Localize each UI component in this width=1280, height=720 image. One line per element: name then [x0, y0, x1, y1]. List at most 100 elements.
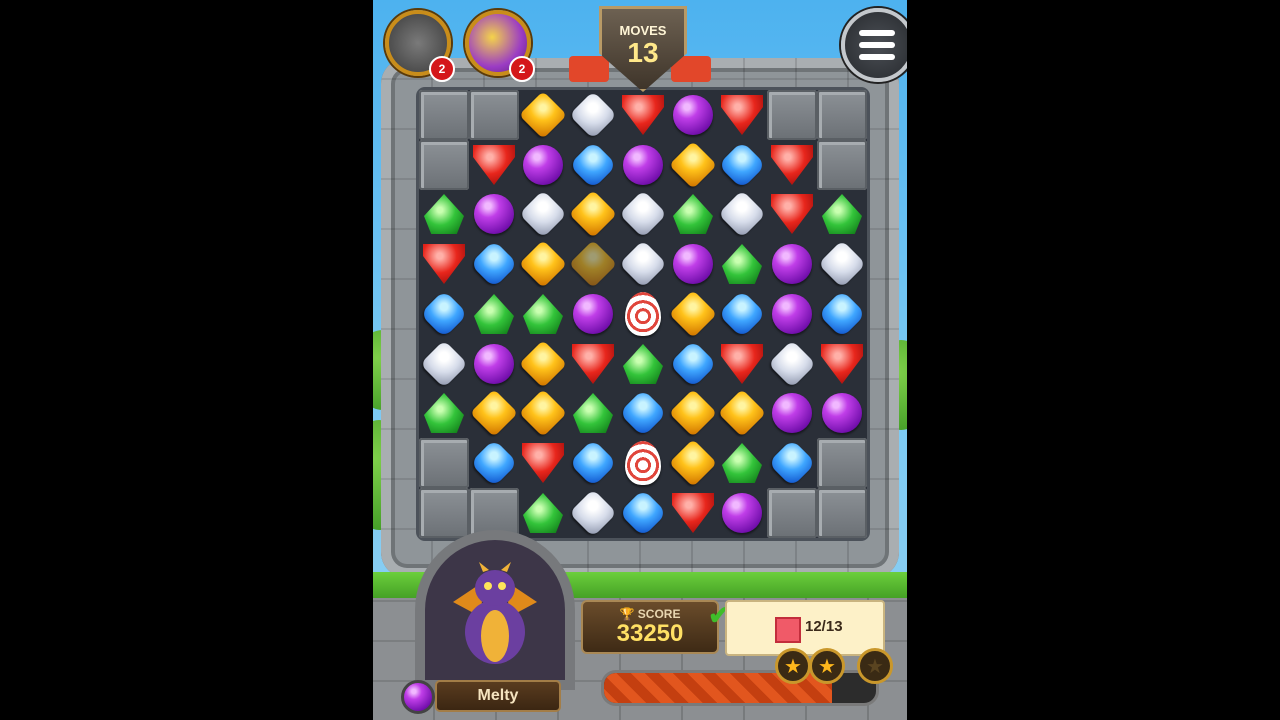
orange-gem-icon[interactable]: [568, 239, 618, 289]
board-cell[interactable]: [618, 140, 668, 190]
green-gem-icon[interactable]: [523, 294, 563, 334]
board-cell[interactable]: [767, 438, 817, 488]
board-cell[interactable]: [817, 189, 867, 239]
blue-gem-icon[interactable]: [618, 488, 668, 538]
red-gem-icon[interactable]: [522, 443, 564, 483]
green-gem-icon[interactable]: [523, 493, 563, 533]
purple-gem-icon[interactable]: [673, 244, 713, 284]
blue-gem-icon[interactable]: [568, 140, 618, 190]
board-cell[interactable]: [817, 239, 867, 289]
white-gem-icon[interactable]: [419, 339, 469, 389]
orange-gem-icon[interactable]: [668, 289, 718, 339]
board-cell[interactable]: [568, 140, 618, 190]
red-gem-icon[interactable]: [622, 95, 664, 135]
orange-gem-icon[interactable]: [518, 90, 568, 140]
board-cell[interactable]: [817, 339, 867, 389]
purple-gem-icon[interactable]: [772, 294, 812, 334]
board-cell[interactable]: [717, 90, 767, 140]
board-cell[interactable]: [518, 189, 568, 239]
green-gem-icon[interactable]: [424, 393, 464, 433]
board-cell[interactable]: [568, 189, 618, 239]
green-gem-icon[interactable]: [822, 194, 862, 234]
orange-gem-icon[interactable]: [568, 189, 618, 239]
green-gem-icon[interactable]: [424, 194, 464, 234]
board-cell[interactable]: [618, 189, 668, 239]
board-cell[interactable]: [717, 239, 767, 289]
green-gem-icon[interactable]: [722, 443, 762, 483]
menu-button[interactable]: [841, 8, 907, 82]
red-gem-icon[interactable]: [721, 344, 763, 384]
board-cell[interactable]: [469, 339, 519, 389]
board-cell[interactable]: [717, 289, 767, 339]
board-cell[interactable]: [568, 289, 618, 339]
purple-gem-icon[interactable]: [474, 344, 514, 384]
red-gem-icon[interactable]: [473, 145, 515, 185]
white-gem-icon[interactable]: [767, 339, 817, 389]
red-gem-icon[interactable]: [771, 194, 813, 234]
board-cell[interactable]: [717, 189, 767, 239]
board-cell[interactable]: [518, 140, 568, 190]
board-cell[interactable]: [618, 488, 668, 538]
board-cell[interactable]: [618, 438, 668, 488]
board-cell[interactable]: [668, 388, 718, 438]
orange-gem-icon[interactable]: [668, 438, 718, 488]
board-cell[interactable]: [668, 189, 718, 239]
blue-gem-icon[interactable]: [717, 289, 767, 339]
white-gem-icon[interactable]: [618, 189, 668, 239]
board-cell[interactable]: [618, 239, 668, 289]
red-gem-icon[interactable]: [771, 145, 813, 185]
white-gem-icon[interactable]: [568, 90, 618, 140]
purple-gem-icon[interactable]: [523, 145, 563, 185]
purple-gem-icon[interactable]: [822, 393, 862, 433]
board-cell[interactable]: [469, 239, 519, 289]
board-cell[interactable]: [618, 289, 668, 339]
blue-gem-icon[interactable]: [668, 339, 718, 389]
board-cell[interactable]: [668, 239, 718, 289]
white-gem-icon[interactable]: [717, 189, 767, 239]
board-cell[interactable]: [668, 90, 718, 140]
board-cell[interactable]: [469, 388, 519, 438]
board-cell[interactable]: [717, 438, 767, 488]
hammer-booster-button[interactable]: 2: [385, 10, 455, 82]
red-gem-icon[interactable]: [672, 493, 714, 533]
purple-gem-icon[interactable]: [474, 194, 514, 234]
board-cell[interactable]: [668, 140, 718, 190]
green-gem-icon[interactable]: [474, 294, 514, 334]
blue-gem-icon[interactable]: [568, 438, 618, 488]
egg-piece-icon[interactable]: [625, 441, 661, 485]
board-cell[interactable]: [469, 140, 519, 190]
egg-piece-icon[interactable]: [625, 292, 661, 336]
board-cell[interactable]: [568, 339, 618, 389]
blue-gem-icon[interactable]: [767, 438, 817, 488]
purple-gem-icon[interactable]: [772, 244, 812, 284]
blue-gem-icon[interactable]: [469, 239, 519, 289]
board-cell[interactable]: [717, 140, 767, 190]
red-gem-icon[interactable]: [721, 95, 763, 135]
board-cell[interactable]: [817, 289, 867, 339]
orange-gem-icon[interactable]: [668, 140, 718, 190]
board-cell[interactable]: [668, 289, 718, 339]
purple-gem-icon[interactable]: [722, 493, 762, 533]
green-gem-icon[interactable]: [673, 194, 713, 234]
board-cell[interactable]: [767, 189, 817, 239]
white-gem-icon[interactable]: [817, 239, 867, 289]
board-cell[interactable]: [568, 488, 618, 538]
board-cell[interactable]: [419, 289, 469, 339]
purple-gem-icon[interactable]: [673, 95, 713, 135]
board-cell[interactable]: [518, 90, 568, 140]
board-cell[interactable]: [717, 339, 767, 389]
board-cell[interactable]: [518, 239, 568, 289]
board-cell[interactable]: [419, 239, 469, 289]
blue-gem-icon[interactable]: [469, 438, 519, 488]
board-cell[interactable]: [518, 438, 568, 488]
green-gem-icon[interactable]: [573, 393, 613, 433]
red-gem-icon[interactable]: [821, 344, 863, 384]
board-cell[interactable]: [817, 388, 867, 438]
board-cell[interactable]: [618, 388, 668, 438]
green-gem-icon[interactable]: [722, 244, 762, 284]
orange-gem-icon[interactable]: [668, 388, 718, 438]
board-cell[interactable]: [518, 339, 568, 389]
orange-gem-icon[interactable]: [518, 239, 568, 289]
purple-gem-icon[interactable]: [573, 294, 613, 334]
red-gem-icon[interactable]: [423, 244, 465, 284]
